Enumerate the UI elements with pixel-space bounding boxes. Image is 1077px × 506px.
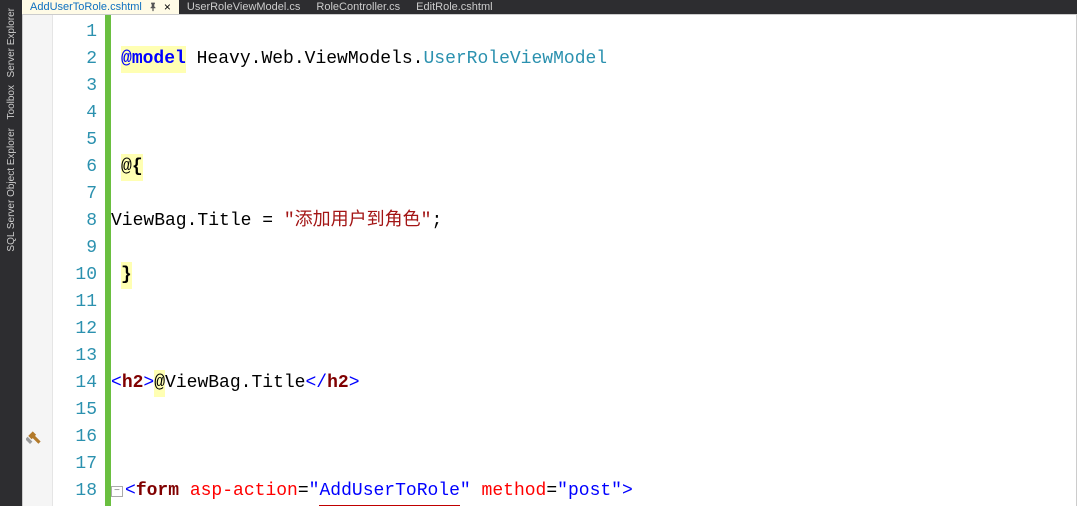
tab-add-user-to-role[interactable]: AddUserToRole.cshtml ×: [22, 0, 179, 14]
ln: 9: [53, 235, 97, 262]
tab-label: AddUserToRole.cshtml: [30, 1, 142, 13]
ln: 3: [53, 73, 97, 100]
code-line: [111, 316, 1076, 343]
code-line: −<form asp-action="AddUserToRole" method…: [111, 478, 1076, 505]
tab-label: EditRole.cshtml: [416, 1, 492, 13]
side-tab-server-explorer[interactable]: Server Explorer: [6, 8, 17, 77]
fold-icon[interactable]: −: [111, 486, 123, 497]
close-icon[interactable]: ×: [164, 0, 171, 14]
side-tab-toolbox[interactable]: Toolbox: [6, 85, 17, 119]
code-line: @model Heavy.Web.ViewModels.UserRoleView…: [111, 46, 1076, 73]
document-tab-well: AddUserToRole.cshtml × UserRoleViewModel…: [22, 0, 1077, 14]
ln: 7: [53, 181, 97, 208]
ln: 1: [53, 19, 97, 46]
ln: 11: [53, 289, 97, 316]
side-tool-well: Server Explorer Toolbox SQL Server Objec…: [0, 0, 22, 506]
ln: 13: [53, 343, 97, 370]
ln: 17: [53, 451, 97, 478]
code-line: [111, 100, 1076, 127]
tab-role-controller[interactable]: RoleController.cs: [308, 0, 408, 14]
code-line: [111, 424, 1076, 451]
tab-label: UserRoleViewModel.cs: [187, 1, 301, 13]
ln: 18: [53, 478, 97, 505]
build-icon: [26, 428, 44, 446]
ln: 10: [53, 262, 97, 289]
ln: 16: [53, 424, 97, 451]
pin-icon[interactable]: [148, 2, 158, 12]
tab-label: RoleController.cs: [316, 1, 400, 13]
code-line: <h2>@ViewBag.Title</h2>: [111, 370, 1076, 397]
breakpoint-margin[interactable]: [23, 15, 53, 506]
code-area[interactable]: @model Heavy.Web.ViewModels.UserRoleView…: [111, 15, 1076, 506]
tab-edit-role[interactable]: EditRole.cshtml: [408, 0, 500, 14]
code-line: ViewBag.Title = "添加用户到角色";: [111, 208, 1076, 235]
ln: 8: [53, 208, 97, 235]
code-line: @{: [111, 154, 1076, 181]
side-tab-sql-explorer[interactable]: SQL Server Object Explorer: [6, 128, 17, 252]
code-line: }: [111, 262, 1076, 289]
ln: 14: [53, 370, 97, 397]
ln: 5: [53, 127, 97, 154]
ln: 4: [53, 100, 97, 127]
code-editor[interactable]: 1 2 3 4 5 6 7 8 9 10 11 12 13 14 15 16 1…: [22, 14, 1077, 506]
tab-user-role-viewmodel[interactable]: UserRoleViewModel.cs: [179, 0, 309, 14]
ln: 15: [53, 397, 97, 424]
ln: 6: [53, 154, 97, 181]
line-numbers: 1 2 3 4 5 6 7 8 9 10 11 12 13 14 15 16 1…: [53, 15, 105, 506]
ln: 12: [53, 316, 97, 343]
ln: 2: [53, 46, 97, 73]
